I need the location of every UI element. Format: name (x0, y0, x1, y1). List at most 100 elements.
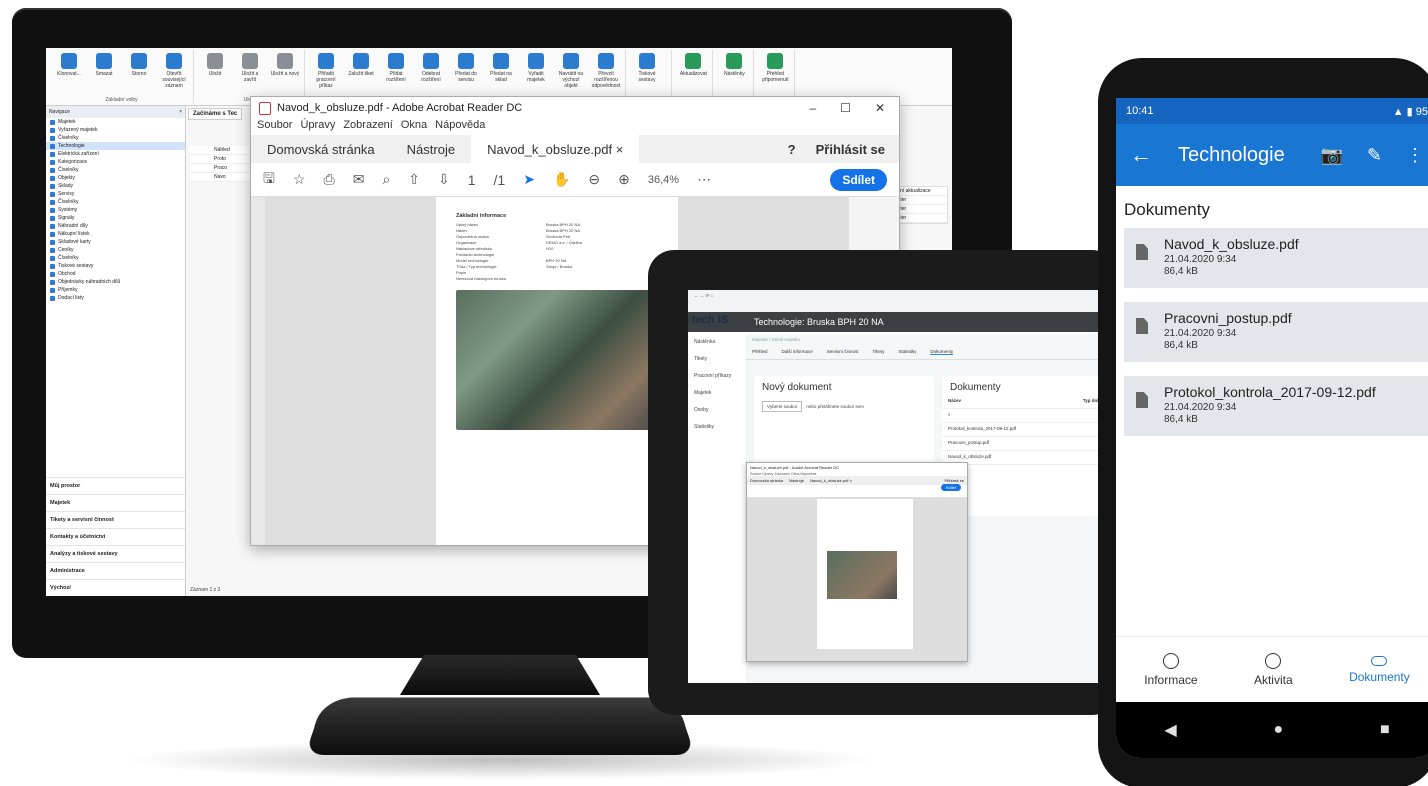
ribbon-button[interactable]: Tiskové sestavy (632, 50, 662, 97)
tree-item[interactable]: Elektrická zařízení (46, 150, 185, 158)
zoom-out-icon[interactable]: ⊖ (588, 171, 600, 188)
home-circle-icon[interactable]: ● (1273, 721, 1283, 739)
tab-document[interactable]: Navod_k_obsluze.pdf × (810, 478, 852, 483)
tab-tools[interactable]: Nástroje (789, 478, 804, 483)
mail-icon[interactable]: ✉ (353, 171, 365, 188)
column-name[interactable]: Název (948, 398, 961, 405)
document-list-item[interactable]: Navod_k_obsluze.pdf 21.04.2020 9:34 86,4 k… (1124, 228, 1428, 288)
share-button[interactable]: Sdílet (940, 484, 961, 491)
add-photo-icon[interactable]: 📷 (1320, 145, 1342, 166)
tree-item[interactable]: Dodací listy (46, 294, 185, 302)
tab-item[interactable]: Servisní činnost (827, 349, 859, 355)
sidebar-item[interactable]: Majetek (694, 390, 740, 407)
tree-item[interactable]: Objekty (46, 174, 185, 182)
maximize-icon[interactable]: ☐ (840, 101, 851, 115)
tab-item[interactable]: Přehled (752, 349, 768, 355)
search-icon[interactable]: ⌕ (382, 171, 390, 188)
nav-section[interactable]: Výchozí (46, 579, 185, 596)
print-icon[interactable]: ⎙ (324, 171, 335, 188)
more-vert-icon[interactable]: ⋮ (1406, 145, 1424, 166)
ribbon-button[interactable]: Založit tiket (346, 50, 376, 97)
tab-tools[interactable]: Nástroje (391, 135, 471, 163)
login-link[interactable]: Přihlásit se (944, 478, 964, 483)
page-down-icon[interactable]: ⇩ (438, 171, 450, 188)
menu-item[interactable]: Úpravy (300, 119, 335, 135)
sidebar-item[interactable]: Pracovní příkazy (694, 373, 740, 390)
ribbon-button[interactable]: Navrátit na výchozí objekt (556, 50, 586, 97)
tree-item[interactable]: Majetek (46, 118, 185, 126)
filter-row[interactable]: ⌕ (942, 409, 1113, 423)
nav-informace[interactable]: Informace (1144, 652, 1198, 687)
ribbon-button[interactable]: Smazat (89, 50, 119, 97)
tree-item[interactable]: Číselníky (46, 166, 185, 174)
tree-item[interactable]: Číselníky (46, 254, 185, 262)
nav-aktivita[interactable]: Aktivita (1254, 652, 1293, 687)
table-row[interactable]: Pracovni_postup.pdf (942, 437, 1113, 451)
tab-item[interactable]: Statistiky (898, 349, 916, 355)
page-number-input[interactable]: 1 (468, 172, 476, 188)
menu-item[interactable]: Zobrazení (343, 119, 393, 135)
menu-item[interactable]: Nápověda (435, 119, 485, 135)
tab-home[interactable]: Domovská stránka (251, 135, 391, 163)
tab-zaciname[interactable]: Začínáme s Tec (188, 108, 243, 120)
ribbon-button[interactable]: Převzít rozšířenou odpovědnost (591, 50, 621, 97)
choose-file-button[interactable]: Vyberte soubor (762, 401, 803, 412)
sidebar-item[interactable]: Osoby (694, 407, 740, 424)
save-icon[interactable]: 🖫 (263, 168, 275, 192)
nav-section[interactable]: Kontakty a účetnictví (46, 528, 185, 545)
ribbon-button[interactable]: Předat do servisu (451, 50, 481, 97)
ribbon-button[interactable]: Uložit a nový (270, 50, 300, 97)
help-icon[interactable]: ? (788, 142, 796, 157)
ribbon-button[interactable]: Nástěnky (719, 50, 749, 97)
nav-dokumenty[interactable]: Dokumenty (1349, 655, 1410, 684)
tree-item[interactable]: Číselníky (46, 134, 185, 142)
star-icon[interactable]: ☆ (293, 171, 306, 188)
ribbon-button[interactable]: Otevřít související záznam (159, 50, 189, 97)
tree-item[interactable]: Technologie (46, 142, 185, 150)
login-link[interactable]: Přihlásit se (816, 142, 885, 157)
tree-item[interactable]: Kategorizace (46, 158, 185, 166)
document-list-item[interactable]: Protokol_kontrola_2017-09-12.pdf 21.04.20… (1124, 376, 1428, 436)
tree-item[interactable]: Číselníky (46, 198, 185, 206)
table-row[interactable]: Protokol_kontrola_2017-09-12.pdf (942, 423, 1113, 437)
tab-item[interactable]: Tikety (873, 349, 885, 355)
sidebar-item[interactable]: Nástěnka (694, 339, 740, 356)
tab-item[interactable]: Další informace (782, 349, 813, 355)
tree-item[interactable]: Sklady (46, 182, 185, 190)
zoom-level[interactable]: 36,4% (648, 174, 679, 186)
sidebar-item[interactable]: Tikety (694, 356, 740, 373)
close-icon[interactable]: × (179, 109, 182, 115)
tree-item[interactable]: Ceníky (46, 246, 185, 254)
nav-section[interactable]: Majetek (46, 494, 185, 511)
nav-section[interactable]: Můj prostor (46, 477, 185, 494)
tree-item[interactable]: Nákupní lístek (46, 230, 185, 238)
ribbon-button[interactable]: Aktualizovat (678, 50, 708, 97)
tree-item[interactable]: Náhradní díly (46, 222, 185, 230)
ribbon-button[interactable]: Předat na sklad (486, 50, 516, 97)
ribbon-button[interactable]: Přehled připomenutí (760, 50, 790, 97)
ribbon-button[interactable]: Přidat rozšíření (381, 50, 411, 97)
back-triangle-icon[interactable]: ◀ (1164, 720, 1176, 740)
tree-item[interactable]: Objednávky náhradních dílů (46, 278, 185, 286)
back-arrow-icon[interactable]: ← (1130, 142, 1170, 168)
edit-icon[interactable]: ✎ (1367, 145, 1382, 166)
more-icon[interactable]: ⋯ (697, 171, 711, 188)
tree-item[interactable]: Signály (46, 214, 185, 222)
page-up-icon[interactable]: ⇧ (408, 171, 420, 188)
menu-item[interactable]: Okna (401, 119, 427, 135)
tree-item[interactable]: Obchod (46, 270, 185, 278)
nav-section[interactable]: Analýzy a tiskové sestavy (46, 545, 185, 562)
ribbon-button[interactable]: Odebrat rozšíření (416, 50, 446, 97)
zoom-in-icon[interactable]: ⊕ (618, 171, 630, 188)
tree-item[interactable]: Skladové karty (46, 238, 185, 246)
sidebar-item[interactable]: Statistiky (694, 424, 740, 441)
nav-section[interactable]: Tikety a servisní činnost (46, 511, 185, 528)
tree-item[interactable]: Systémy (46, 206, 185, 214)
select-tool-icon[interactable]: ➤ (523, 171, 535, 188)
ribbon-button[interactable]: Uložit a zavřít (235, 50, 265, 97)
ribbon-button[interactable]: Uložit (200, 50, 230, 97)
nav-section[interactable]: Administrace (46, 562, 185, 579)
close-icon[interactable]: ✕ (875, 101, 885, 115)
menu-item[interactable]: Soubor (257, 119, 292, 135)
tree-item[interactable]: Příjemky (46, 286, 185, 294)
